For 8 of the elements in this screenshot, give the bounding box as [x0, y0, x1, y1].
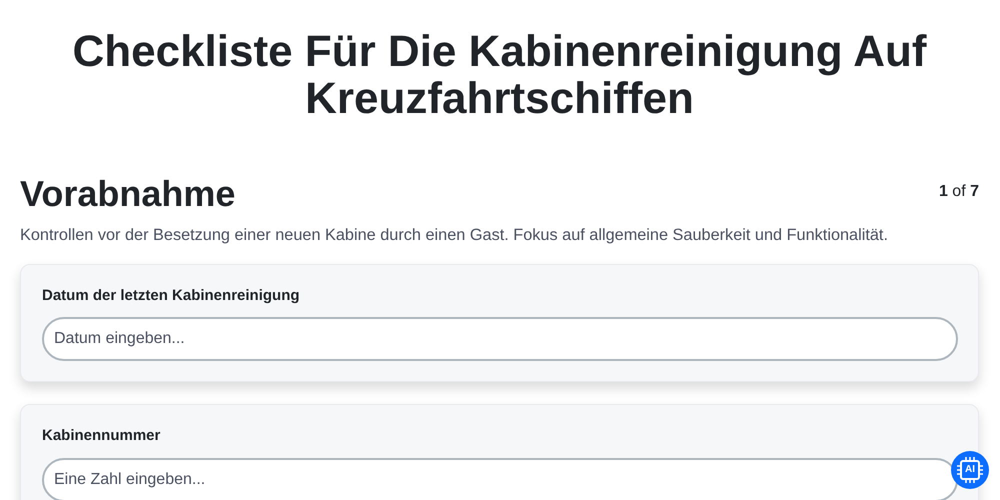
page-indicator: 1 of 7 [938, 182, 979, 202]
section-description: Kontrollen vor der Besetzung einer neuen Kabine durch einen Gast. Fokus auf allgemeine Sauberkeit und Funktionalität. [20, 225, 889, 246]
field-label: Kabinennummer [42, 426, 162, 446]
section-heading: Vorabnahme [20, 172, 236, 216]
input-field[interactable]: Datum eingeben... [42, 317, 958, 362]
page-title: Checkliste Für Die Kabinenreinigung Auf Kreuzfahrtschiffen [71, 28, 928, 122]
field-label: Datum der letzten Kabinenreinigung [42, 286, 301, 306]
input-field[interactable]: Eine Zahl eingeben... [42, 458, 958, 500]
